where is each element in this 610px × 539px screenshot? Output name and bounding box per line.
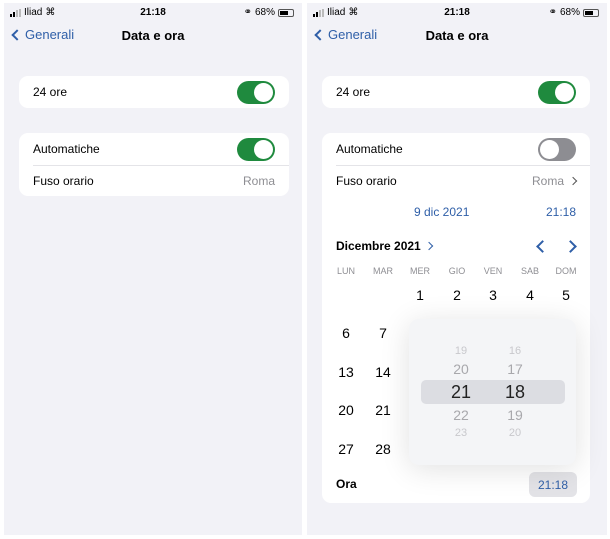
minute-option[interactable]: 20: [495, 427, 535, 439]
date-value[interactable]: 9 dic 2021: [414, 205, 469, 219]
row-24h: 24 ore: [322, 76, 590, 108]
calendar-day[interactable]: 14: [368, 364, 398, 380]
weekday: GIO: [448, 266, 466, 276]
calendar-day[interactable]: 6: [331, 325, 361, 341]
calendar-day[interactable]: 20: [331, 402, 361, 418]
timezone-value: Roma: [242, 174, 275, 188]
card-datetime: Automatiche Fuso orario Roma: [19, 133, 289, 196]
minute-option[interactable]: 19: [495, 407, 535, 423]
orientation-lock-icon: ⚭: [243, 7, 252, 18]
time-button[interactable]: 21:18: [529, 472, 577, 497]
weekday: DOM: [555, 266, 577, 276]
card-24h: 24 ore: [322, 76, 590, 108]
toggle-automatic[interactable]: [237, 137, 275, 161]
next-month-button[interactable]: [564, 240, 577, 253]
weekday: VEN: [483, 266, 503, 276]
month-label: Dicembre 2021: [336, 239, 421, 253]
calendar-day[interactable]: 21: [368, 402, 398, 418]
battery-percent: 68%: [254, 7, 275, 18]
time-picker-popover: 19 20 21 22 23 16 17 18 19 20: [409, 319, 576, 465]
status-bar: Iliad ⌘ 21:18 ⚭ 68%: [307, 6, 607, 20]
minute-option[interactable]: 17: [495, 361, 535, 377]
toggle-24h[interactable]: [237, 80, 275, 104]
weekday: MAR: [373, 266, 393, 276]
row-label: Fuso orario: [33, 174, 94, 188]
calendar-day[interactable]: 27: [331, 441, 361, 457]
calendar-day[interactable]: 5: [551, 287, 581, 303]
page-title: Data e ora: [121, 28, 185, 43]
calendar-day[interactable]: 28: [368, 441, 398, 457]
nav-bar: Generali Data e ora: [307, 25, 607, 45]
calendar-day[interactable]: 1: [405, 287, 435, 303]
toggle-automatic[interactable]: [538, 137, 576, 161]
battery-icon: [278, 8, 294, 17]
month-selector[interactable]: Dicembre 2021: [336, 239, 433, 253]
screen-right: Iliad ⌘ 21:18 ⚭ 68% Generali Data e ora 24…: [307, 3, 607, 535]
hour-selected[interactable]: 21: [441, 382, 481, 403]
row-automatic: Automatiche: [322, 133, 590, 165]
ora-label: Ora: [336, 477, 357, 491]
timezone-value: Roma: [531, 174, 564, 188]
chevron-right-icon: [568, 176, 578, 186]
hour-option[interactable]: 20: [441, 361, 481, 377]
row-label: Fuso orario: [336, 174, 397, 188]
row-label: Automatiche: [33, 142, 100, 156]
weekday: LUN: [336, 266, 355, 276]
calendar-day[interactable]: 4: [515, 287, 545, 303]
hour-option[interactable]: 23: [441, 427, 481, 439]
weekday: SAB: [520, 266, 539, 276]
page-title: Data e ora: [425, 28, 489, 43]
hour-option[interactable]: 22: [441, 407, 481, 423]
calendar-day[interactable]: 7: [368, 325, 398, 341]
row-label: Automatiche: [336, 142, 403, 156]
prev-month-button[interactable]: [536, 240, 549, 253]
battery-icon: [583, 8, 599, 17]
row-label: 24 ore: [336, 85, 371, 99]
status-bar: Iliad ⌘ 21:18 ⚭ 68%: [4, 6, 302, 20]
hour-option[interactable]: 19: [441, 345, 481, 357]
row-automatic: Automatiche: [19, 133, 289, 165]
row-timezone[interactable]: Fuso orario Roma: [19, 165, 289, 197]
row-label: 24 ore: [33, 85, 68, 99]
minute-selected[interactable]: 18: [495, 382, 535, 403]
time-value[interactable]: 21:18: [546, 205, 576, 219]
calendar-day[interactable]: 13: [331, 364, 361, 380]
chevron-right-icon: [424, 241, 433, 251]
row-timezone[interactable]: Fuso orario Roma: [322, 165, 590, 197]
row-24h: 24 ore: [19, 76, 289, 108]
battery-percent: 68%: [559, 7, 580, 18]
weekday: MER: [410, 266, 430, 276]
card-24h: 24 ore: [19, 76, 289, 108]
calendar-day[interactable]: 3: [478, 287, 508, 303]
minute-option[interactable]: 16: [495, 345, 535, 357]
calendar-day[interactable]: 2: [442, 287, 472, 303]
orientation-lock-icon: ⚭: [548, 7, 557, 18]
card-datetime: Automatiche Fuso orario Roma 9 dic 2021 2…: [322, 133, 590, 503]
screen-left: Iliad ⌘ 21:18 ⚭ 68% Generali Data e ora 24…: [4, 3, 302, 535]
nav-bar: Generali Data e ora: [4, 25, 302, 45]
toggle-24h[interactable]: [538, 80, 576, 104]
